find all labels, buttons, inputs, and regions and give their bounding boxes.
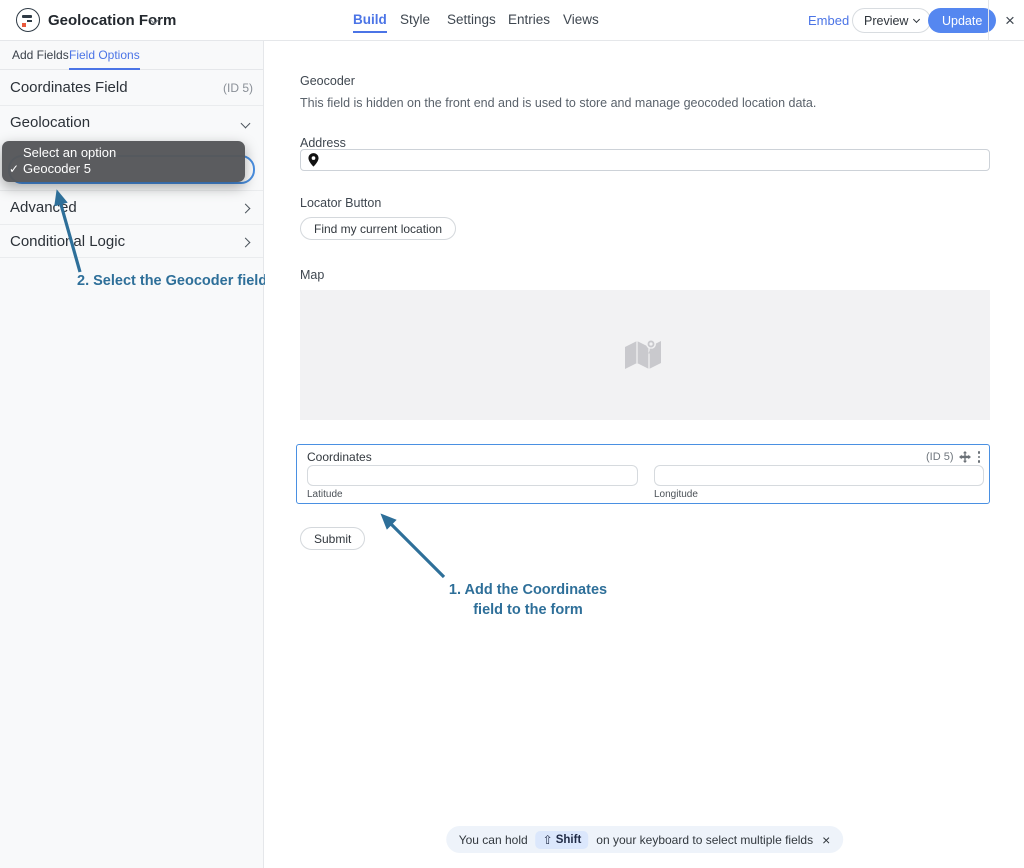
tab-settings[interactable]: Settings [447,12,496,31]
map-pin-icon [308,153,319,167]
section-conditional-logic[interactable]: Conditional Logic [0,224,263,258]
folded-map-icon [625,339,661,369]
address-label: Address [300,136,346,150]
section-advanced[interactable]: Advanced [0,190,263,224]
toast-text-after: on your keyboard to select multiple fiel… [596,832,814,847]
annotation-step-2: 2. Select the Geocoder field [77,273,268,289]
address-field [300,149,990,171]
map-label: Map [300,268,325,282]
geocoder-field-label: Geocoder [300,74,355,88]
tab-views[interactable]: Views [563,12,599,31]
header-divider [988,0,989,41]
dropdown-option-select-an-option[interactable]: Select an option [2,145,245,161]
chevron-down-icon [240,118,251,129]
close-builder-icon[interactable]: × [996,0,1024,41]
longitude-sublabel: Longitude [654,489,698,500]
latitude-sublabel: Latitude [307,489,343,500]
submit-button[interactable]: Submit [300,527,366,550]
preview-button-label: Preview [864,13,909,28]
shift-key-badge: ⇧ Shift [535,830,589,849]
geocoder-field-description: This field is hidden on the front end an… [300,96,817,110]
field-options-title: Coordinates Field [10,79,128,96]
field-options-heading: Coordinates Field (ID 5) [0,70,263,106]
shift-hint-toast: You can hold ⇧ Shift on your keyboard to… [445,826,844,853]
embed-link[interactable]: Embed [808,13,849,28]
more-options-icon[interactable] [976,449,983,465]
preview-button[interactable]: Preview [852,8,932,33]
field-id-badge: (ID 5) [223,81,253,95]
toast-close-icon[interactable]: × [822,832,830,848]
formidable-logo-icon [16,8,40,32]
form-preview-area: Geocoder This field is hidden on the fro… [265,41,1024,868]
toast-text-before: You can hold [458,832,528,847]
chevron-right-icon [240,237,251,248]
sidebar-tab-field-options[interactable]: Field Options [69,41,140,70]
update-button[interactable]: Update [928,8,997,33]
coordinates-label: Coordinates [307,450,372,464]
locator-button-label: Locator Button [300,196,382,210]
sidebar-tab-add-fields[interactable]: Add Fields [12,41,69,70]
map-placeholder[interactable] [300,290,990,420]
dropdown-option-geocoder-5[interactable]: ✓ Geocoder 5 [2,161,245,177]
address-input[interactable] [300,149,990,171]
latitude-field [307,465,638,486]
find-my-location-button[interactable]: Find my current location [300,217,457,240]
tab-style[interactable]: Style [400,12,430,31]
chevron-right-icon [240,203,251,214]
longitude-field [654,465,984,486]
tab-build[interactable]: Build [353,12,387,33]
annotation-step-1: 1. Add the Coordinates field to the form [448,582,608,618]
section-geolocation[interactable]: Geolocation [0,106,263,140]
longitude-input[interactable] [654,465,984,486]
coordinates-meta: (ID 5) [926,449,982,465]
move-handle-icon[interactable] [958,450,971,463]
shift-arrow-icon: ⇧ [542,832,553,847]
check-icon: ✓ [9,162,20,176]
coordinates-field-id: (ID 5) [926,450,954,463]
field-options-sidebar: Add Fields Field Options Coordinates Fie… [0,41,268,868]
top-bar: Geolocation Form Build Style Settings En… [0,0,1024,41]
chevron-down-icon [913,15,921,24]
tab-entries[interactable]: Entries [508,12,550,31]
coordinates-field-card[interactable]: Coordinates (ID 5) Latitude Longitude [296,444,990,504]
latitude-input[interactable] [307,465,638,486]
sidebar-tabs: Add Fields Field Options [0,41,263,70]
geocoder-select-dropdown: Select an option ✓ Geocoder 5 [2,141,245,182]
